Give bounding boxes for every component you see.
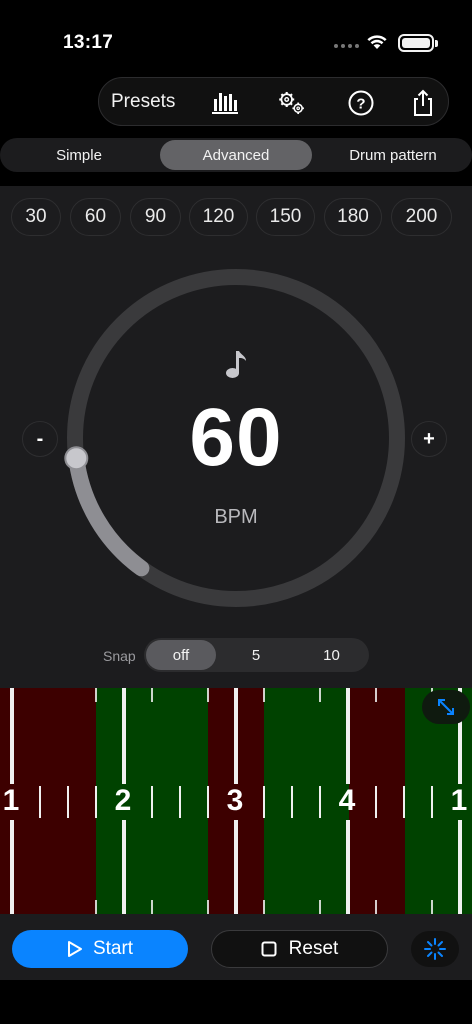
equalizer-icon[interactable] xyxy=(210,88,240,118)
gears-icon[interactable] xyxy=(277,88,307,118)
stop-square-icon xyxy=(261,941,277,957)
beat-line xyxy=(122,688,126,784)
reset-label: Reset xyxy=(288,938,339,959)
dial-knob[interactable] xyxy=(64,446,89,471)
subdivision-tick xyxy=(39,786,41,818)
beat-line xyxy=(346,688,350,784)
svg-text:?: ? xyxy=(356,96,365,113)
top-toolbar: Presets ? xyxy=(98,77,449,126)
subdivision-tick xyxy=(403,786,405,818)
edge-tick xyxy=(319,688,321,702)
subdivision-tick xyxy=(263,786,265,818)
edge-tick xyxy=(375,688,377,702)
beat-label-4: 4 xyxy=(338,784,356,817)
status-bar: 13:17 xyxy=(0,0,472,70)
music-note-icon xyxy=(226,351,246,378)
bottom-controls: Start Reset xyxy=(0,914,472,980)
mode-drum-pattern[interactable]: Drum pattern xyxy=(316,140,470,170)
wifi-icon xyxy=(367,35,387,49)
beat-line xyxy=(122,820,126,914)
expand-arrows-icon xyxy=(438,699,454,715)
subdivision-tick xyxy=(291,786,293,818)
visual-flash-button[interactable] xyxy=(411,931,459,967)
subdivision-tick xyxy=(207,786,209,818)
beat-line xyxy=(234,688,238,784)
edge-tick xyxy=(151,900,153,914)
sparkle-icon xyxy=(424,938,446,960)
beat-ruler[interactable]: 1 2 3 4 1 xyxy=(0,688,472,914)
edge-tick xyxy=(431,900,433,914)
edge-tick xyxy=(319,900,321,914)
beat-label-5: 1 xyxy=(450,784,468,817)
beat-line xyxy=(458,820,462,914)
subdivision-tick xyxy=(179,786,181,818)
edge-tick xyxy=(151,688,153,702)
snap-option-5[interactable]: 5 xyxy=(220,640,292,670)
play-icon xyxy=(67,941,82,957)
snap-option-off[interactable]: off xyxy=(146,640,216,670)
share-icon[interactable] xyxy=(408,88,438,118)
subdivision-tick xyxy=(375,786,377,818)
beat-label-3: 3 xyxy=(226,784,244,817)
beat-label-2: 2 xyxy=(114,784,132,817)
edge-tick xyxy=(263,688,265,702)
tempo-panel: 30 60 90 120 150 180 200 - + 60 BPM Snap… xyxy=(0,186,472,688)
edge-tick xyxy=(375,900,377,914)
subdivision-tick xyxy=(151,786,153,818)
expand-button[interactable] xyxy=(422,690,470,724)
start-button[interactable]: Start xyxy=(12,930,188,968)
edge-tick xyxy=(95,900,97,914)
edge-tick xyxy=(95,688,97,702)
beat-label-1: 1 xyxy=(2,784,20,817)
bpm-value: 60 xyxy=(189,392,283,483)
beat-line xyxy=(10,688,14,784)
beat-line xyxy=(234,820,238,914)
reset-button[interactable]: Reset xyxy=(211,930,388,968)
edge-tick xyxy=(263,900,265,914)
snap-segmented-control: off 5 10 xyxy=(144,638,369,672)
dial-progress-arc xyxy=(68,450,150,577)
subdivision-tick xyxy=(95,786,97,818)
mode-simple[interactable]: Simple xyxy=(2,140,156,170)
beat-line xyxy=(346,820,350,914)
snap-option-10[interactable]: 10 xyxy=(296,640,367,670)
help-icon[interactable]: ? xyxy=(346,88,376,118)
decrement-bpm-button[interactable]: - xyxy=(22,421,58,457)
cellular-signal-icon xyxy=(334,44,359,48)
mode-advanced[interactable]: Advanced xyxy=(160,140,312,170)
edge-tick xyxy=(207,900,209,914)
snap-label: Snap xyxy=(103,648,136,664)
beat-line xyxy=(10,820,14,914)
subdivision-tick xyxy=(431,786,433,818)
presets-button[interactable]: Presets xyxy=(111,91,175,113)
subdivision-tick xyxy=(67,786,69,818)
subdivision-tick xyxy=(319,786,321,818)
mode-segmented-control: Simple Advanced Drum pattern xyxy=(0,138,472,172)
bpm-unit-label: BPM xyxy=(214,506,258,528)
edge-tick xyxy=(207,688,209,702)
battery-icon xyxy=(398,34,438,52)
increment-bpm-button[interactable]: + xyxy=(411,421,447,457)
start-label: Start xyxy=(92,938,134,959)
status-time: 13:17 xyxy=(63,32,114,53)
